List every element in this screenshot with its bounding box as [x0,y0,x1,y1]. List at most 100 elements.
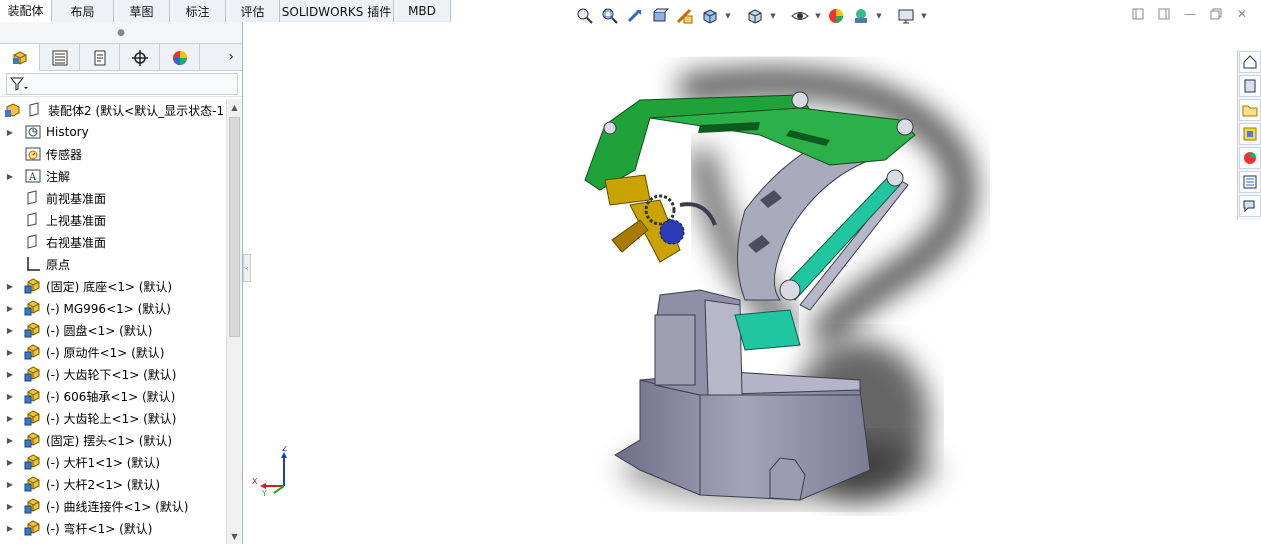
expand-arrow-icon[interactable]: ▶ [4,524,16,533]
tree-item-label: (-) MG996<1> (默认) [46,301,171,316]
tree-item[interactable]: ▶上视基准面 [0,209,226,231]
expand-arrow-icon[interactable]: ▶ [4,480,16,489]
view-settings-button[interactable] [895,5,917,27]
chevron-down-icon[interactable]: ▼ [875,12,883,20]
tree-item[interactable]: ▶ (-) 弯杆<1> (默认) [0,517,226,539]
part-icon [24,366,40,382]
tree-item[interactable]: ▶ (-) MG996<1> (默认) [0,297,226,319]
tree-item[interactable]: ▶ (固定) 底座<1> (默认) [0,275,226,297]
tree-item[interactable]: ▶ (-) 大齿轮上<1> (默认) [0,407,226,429]
display-style-button[interactable] [744,5,766,27]
view-palette-icon[interactable] [1239,123,1261,145]
previous-view-button[interactable] [624,5,646,27]
zoom-area-button[interactable] [599,5,621,27]
tree-item-label: (-) 大齿轮下<1> (默认) [46,367,177,382]
annotation-view-icon [676,8,693,24]
tree-root-label: 装配体2 (默认<默认_显示状态-1 [48,103,225,118]
chevron-down-icon[interactable]: ▼ [769,12,777,20]
scroll-thumb[interactable] [229,117,240,337]
expand-arrow-icon[interactable]: ▶ [4,392,16,401]
expand-arrow-icon[interactable]: ▶ [4,326,16,335]
appearances-icon[interactable] [1239,147,1261,169]
robot-arm-model[interactable] [244,0,1237,544]
more-tabs-chevron-icon[interactable]: › [200,44,242,70]
tab-annotation[interactable]: 标注 [170,0,226,22]
feature-manager-tab[interactable] [0,44,40,71]
chevron-down-icon[interactable]: ▼ [920,12,928,20]
expand-arrow-icon[interactable]: ▶ [4,128,16,137]
tree-item[interactable]: ▶ (-) 大杆1<1> (默认) [0,451,226,473]
section-view-button[interactable] [649,5,671,27]
crosshair-icon [131,49,148,66]
tree-item[interactable]: ▶ (-) 606轴承<1> (默认) [0,385,226,407]
expand-arrow-icon[interactable]: ▶ [4,282,16,291]
expand-arrow-icon[interactable]: ▶ [4,172,16,181]
expand-arrow-icon[interactable]: ▶ [4,502,16,511]
scroll-down-icon[interactable]: ▼ [227,528,242,544]
tab-assembly[interactable]: 装配体 [0,0,52,22]
display-style-icon [748,9,762,24]
tree-item[interactable]: ▶ (-) 大齿轮下<1> (默认) [0,363,226,385]
scroll-up-icon[interactable]: ▲ [227,99,242,115]
configuration-manager-icon [94,50,105,65]
triad-y-label: Y [261,489,267,498]
eye-icon [791,12,809,20]
graphics-viewport[interactable] [244,0,1237,544]
tree-item-label: 前视基准面 [46,191,107,206]
expand-arrow-icon[interactable]: ▶ [4,458,16,467]
configuration-manager-tab[interactable] [80,44,120,71]
restore-icon[interactable] [1206,6,1226,22]
view-orientation-button[interactable] [699,5,721,27]
triad-z-label: Z [282,446,288,453]
tree-item[interactable]: ▶前视基准面 [0,187,226,209]
hide-show-button[interactable] [789,5,811,27]
chevron-down-icon[interactable]: ▼ [814,12,822,20]
heads-up-toolbar: ▼ ▼ ▼ ▼ ▼ [574,4,928,28]
apply-scene-button[interactable] [850,5,872,27]
tree-item[interactable]: ▶ A 注解 [0,165,226,187]
part-icon [24,344,40,360]
minimize-icon[interactable]: — [1180,6,1200,22]
tree-item[interactable]: ▶ (-) 大杆2<1> (默认) [0,473,226,495]
panel-grip[interactable]: ● [0,22,242,43]
part-icon [24,432,40,448]
panel-right-icon[interactable] [1154,6,1174,22]
display-manager-tab[interactable] [160,44,200,71]
tree-item[interactable]: ▶ (固定) 摆头<1> (默认) [0,429,226,451]
tree-root-assembly[interactable]: 装配体2 (默认<默认_显示状态-1 [0,99,226,121]
custom-properties-icon[interactable] [1239,171,1261,193]
property-manager-tab[interactable] [40,44,80,71]
tree-item[interactable]: ▶ History [0,121,226,143]
part-icon [24,476,40,492]
expand-arrow-icon[interactable]: ▶ [4,370,16,379]
tree-item[interactable]: ▶ (-) 曲线连接件<1> (默认) [0,495,226,517]
dimxpert-manager-tab[interactable] [120,44,160,71]
home-icon[interactable] [1239,51,1261,73]
tree-item[interactable]: ▶ (-) 原动件<1> (默认) [0,341,226,363]
tree-item[interactable]: ▶右视基准面 [0,231,226,253]
expand-arrow-icon[interactable]: ▶ [4,436,16,445]
expand-arrow-icon[interactable]: ▶ [4,414,16,423]
close-icon[interactable]: ✕ [1232,6,1252,22]
expand-arrow-icon[interactable]: ▶ [4,348,16,357]
tree-scrollbar[interactable]: ▲ ▼ [226,99,242,544]
design-library-icon[interactable] [1239,75,1261,97]
chevron-down-icon[interactable]: ▼ [724,12,732,20]
tab-layout[interactable]: 布局 [52,0,114,22]
tree-filter[interactable] [6,72,238,95]
file-explorer-icon[interactable] [1239,99,1261,121]
zoom-to-fit-button[interactable] [574,5,596,27]
forum-icon[interactable] [1239,195,1261,217]
panel-left-icon[interactable] [1128,6,1148,22]
tree-item-label: 原点 [46,257,71,272]
monitor-icon [898,9,914,24]
tree-item[interactable]: ▶传感器 [0,143,226,165]
scene-icon [855,9,867,23]
edit-appearance-button[interactable] [825,5,847,27]
expand-arrow-icon[interactable]: ▶ [4,304,16,313]
dynamic-annotation-button[interactable] [674,5,696,27]
tab-sketch[interactable]: 草图 [114,0,170,22]
tree-item[interactable]: ▶ (-) 圆盘<1> (默认) [0,319,226,341]
tree-item[interactable]: ▶原点 [0,253,226,275]
part-icon [24,278,40,294]
